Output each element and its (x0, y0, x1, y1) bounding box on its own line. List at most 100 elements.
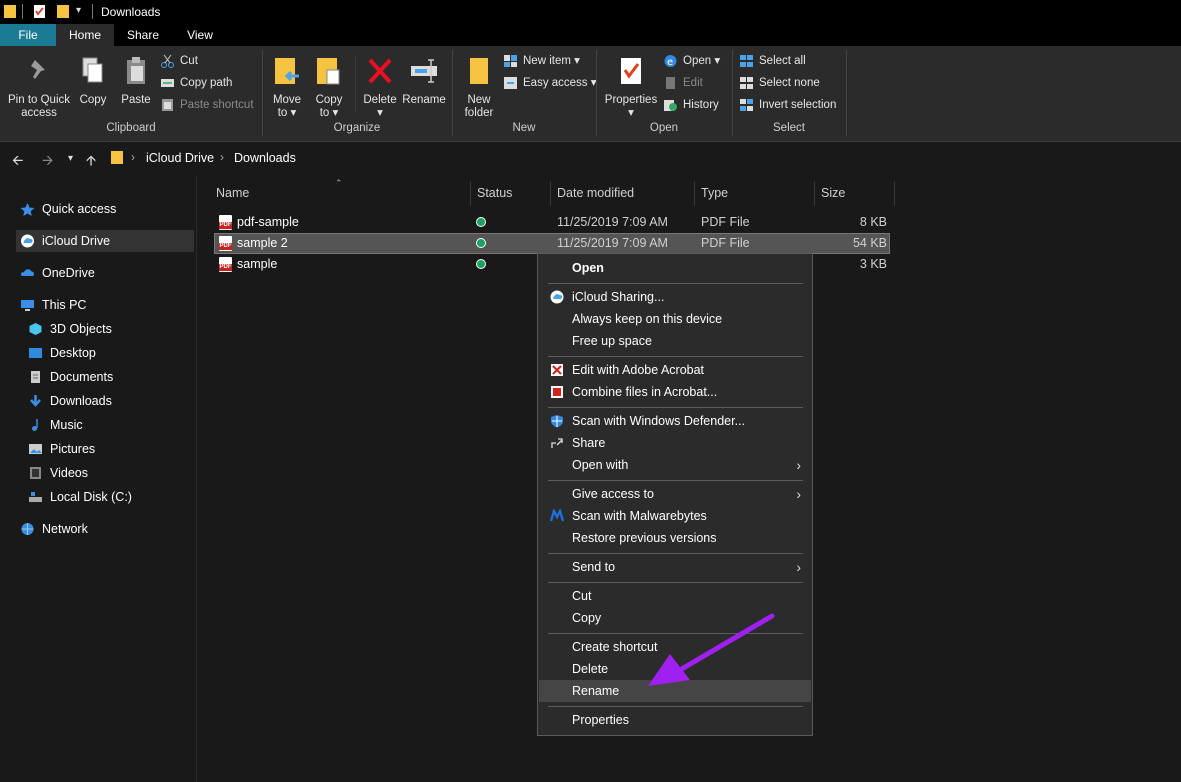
copy-button[interactable]: Copy (76, 56, 110, 107)
menu-item-share[interactable]: Share (539, 432, 811, 454)
menu-label: Copy (572, 611, 602, 625)
menu-item-scan-defender[interactable]: Scan with Windows Defender... (539, 410, 811, 432)
menu-item-open[interactable]: Open (539, 257, 811, 279)
nav-downloads[interactable]: Downloads (24, 390, 196, 412)
nav-label: Music (50, 418, 83, 432)
new-folder-label: New (467, 94, 491, 106)
menu-label: Combine files in Acrobat... (572, 385, 718, 399)
menu-item-edit-acrobat[interactable]: Edit with Adobe Acrobat (539, 359, 811, 381)
nav-quick-access[interactable]: Quick access (16, 198, 196, 220)
forward-arrow-icon[interactable]: 🡪 (42, 150, 53, 174)
menu-item-properties[interactable]: Properties (539, 709, 811, 731)
folder-icon (4, 5, 16, 18)
cut-button[interactable]: Cut (160, 52, 198, 70)
move-to-icon (275, 58, 299, 84)
submenu-chevron-icon: › (796, 457, 801, 473)
pin-label-2: access (21, 107, 57, 119)
file-row-selected[interactable]: sample 2 11/25/2019 7:09 AM PDF File 54 … (214, 233, 890, 254)
document-icon (31, 371, 40, 383)
quick-access-toolbar-dropdown[interactable]: ▾ (76, 5, 81, 16)
up-arrow-icon[interactable]: 🡩 (86, 150, 96, 174)
menu-label: Scan with Malwarebytes (572, 509, 707, 523)
properties-icon[interactable] (33, 4, 46, 19)
new-folder-icon[interactable] (57, 4, 70, 19)
nav-videos[interactable]: Videos (24, 462, 196, 484)
nav-onedrive[interactable]: OneDrive (16, 262, 196, 284)
nav-icloud-drive[interactable]: iCloud Drive (16, 230, 194, 252)
nav-label: Videos (50, 466, 88, 480)
menu-label: Cut (572, 589, 592, 603)
menu-item-free-up-space[interactable]: Free up space (539, 330, 811, 352)
cut-label: Cut (180, 55, 198, 67)
nav-desktop[interactable]: Desktop (24, 342, 196, 364)
rename-button[interactable]: Rename (402, 56, 446, 107)
file-name: sample (237, 257, 278, 271)
select-all-label: Select all (759, 55, 806, 67)
copy-path-button[interactable]: Copy path (160, 74, 232, 92)
invert-selection-label: Invert selection (759, 99, 837, 111)
new-folder-button[interactable]: New folder (458, 56, 500, 120)
breadcrumb-separator[interactable]: › (131, 150, 135, 164)
properties-label-2: ▾ (628, 107, 634, 119)
pdf-file-icon (219, 236, 232, 251)
menu-item-icloud-sharing[interactable]: iCloud Sharing... (539, 286, 811, 308)
nav-documents[interactable]: Documents (24, 366, 196, 388)
new-folder-icon (470, 58, 488, 84)
edit-button[interactable]: Edit (663, 74, 703, 92)
delete-button[interactable]: Delete ▾ (360, 56, 400, 120)
file-type: PDF File (701, 236, 750, 250)
paste-shortcut-icon (162, 99, 173, 111)
history-button[interactable]: History (663, 96, 719, 114)
recent-locations-chevron-icon[interactable]: ▾ (68, 153, 73, 164)
invert-selection-icon (740, 99, 753, 111)
pin-to-quick-access-button[interactable]: Pin to Quick access (4, 56, 74, 120)
back-arrow-icon[interactable]: 🡨 (12, 150, 23, 174)
file-row[interactable]: pdf-sample 11/25/2019 7:09 AM PDF File 8… (214, 212, 890, 233)
easy-access-button[interactable]: Easy access ▾ (503, 74, 597, 92)
menu-label: Delete (572, 662, 609, 676)
menu-item-send-to[interactable]: Send to › (539, 556, 811, 578)
column-header-type[interactable]: Type (701, 186, 728, 200)
properties-button[interactable]: Properties ▾ (602, 56, 660, 120)
menu-label: Share (572, 436, 606, 450)
breadcrumb-downloads[interactable]: Downloads (234, 151, 296, 165)
tab-view[interactable]: View (172, 24, 228, 46)
menu-item-always-keep[interactable]: Always keep on this device (539, 308, 811, 330)
nav-pictures[interactable]: Pictures (24, 438, 196, 460)
copy-to-button[interactable]: Copy to ▾ (310, 56, 348, 120)
breadcrumb-icloud-drive[interactable]: iCloud Drive (146, 151, 214, 165)
menu-item-scan-malwarebytes[interactable]: Scan with Malwarebytes (539, 505, 811, 527)
column-header-name[interactable]: Name (216, 186, 249, 200)
menu-item-restore-versions[interactable]: Restore previous versions (539, 527, 811, 549)
column-header-status[interactable]: Status (477, 186, 512, 200)
nav-local-disk[interactable]: Local Disk (C:) (24, 486, 196, 508)
menu-label: Send to (572, 560, 616, 574)
move-to-button[interactable]: Move to ▾ (268, 56, 306, 120)
menu-item-give-access[interactable]: Give access to › (539, 483, 811, 505)
breadcrumb-separator[interactable]: › (220, 150, 224, 164)
copy-path-icon (161, 79, 174, 87)
invert-selection-button[interactable]: Invert selection (739, 96, 836, 114)
menu-item-combine-acrobat[interactable]: Combine files in Acrobat... (539, 381, 811, 403)
copy-label: Copy (79, 94, 107, 106)
nav-label: Downloads (50, 394, 112, 408)
nav-this-pc[interactable]: This PC (16, 294, 196, 316)
select-none-button[interactable]: Select none (739, 74, 820, 92)
paste-shortcut-button[interactable]: Paste shortcut (160, 96, 254, 114)
video-icon (30, 467, 41, 479)
paste-button[interactable]: Paste (118, 56, 154, 107)
nav-3d-objects[interactable]: 3D Objects (24, 318, 196, 340)
open-button[interactable]: e Open ▾ (663, 52, 720, 70)
tab-file[interactable]: File (0, 24, 56, 46)
column-header-size[interactable]: Size (821, 186, 845, 200)
new-item-button[interactable]: New item ▾ (503, 52, 580, 70)
select-all-button[interactable]: Select all (739, 52, 806, 70)
menu-item-cut[interactable]: Cut (539, 585, 811, 607)
menu-item-open-with[interactable]: Open with › (539, 454, 811, 476)
nav-music[interactable]: Music (24, 414, 196, 436)
tab-share[interactable]: Share (114, 24, 172, 46)
acrobat-edit-icon (551, 364, 563, 376)
nav-network[interactable]: Network (16, 518, 196, 540)
tab-home[interactable]: Home (56, 24, 114, 46)
column-header-date-modified[interactable]: Date modified (557, 186, 634, 200)
